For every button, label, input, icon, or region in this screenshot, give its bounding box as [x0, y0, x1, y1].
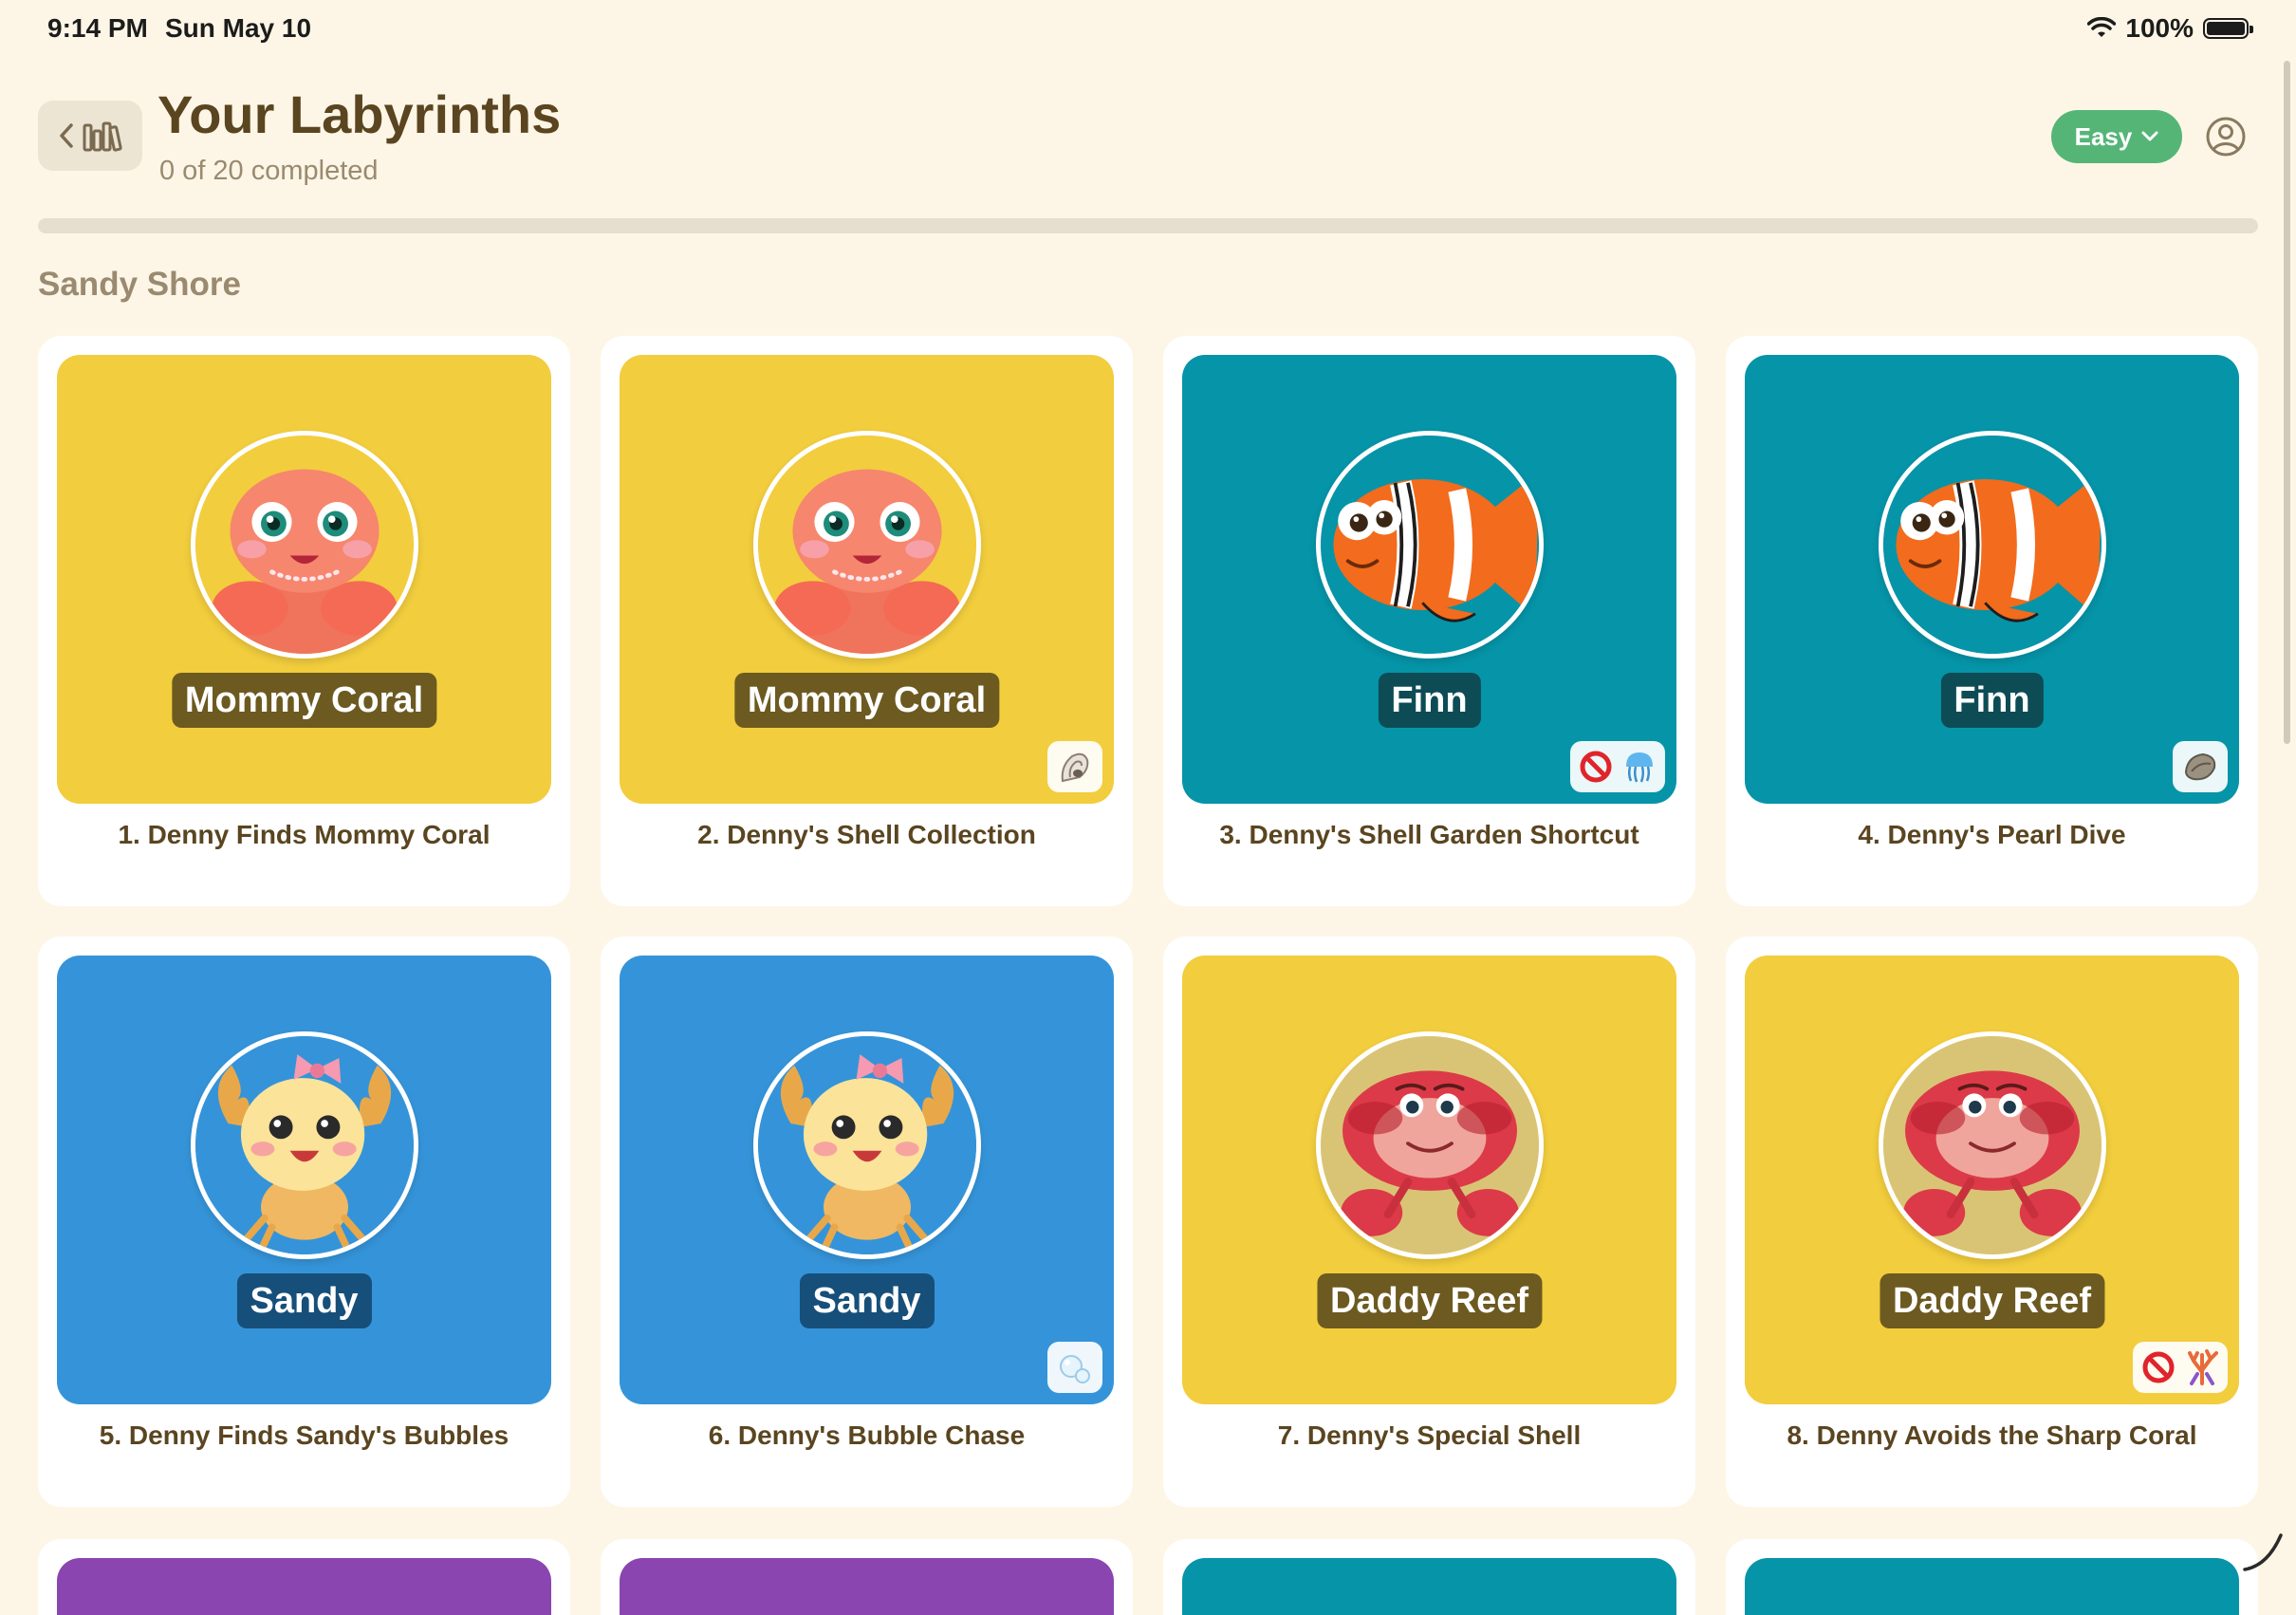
labyrinth-card[interactable] — [1726, 1539, 2258, 1615]
character-name-badge: Daddy Reef — [1316, 1273, 1543, 1328]
card-title: 7. Denny's Special Shell — [1277, 1420, 1582, 1450]
character-name-badge: Mommy Coral — [171, 673, 437, 728]
library-icon — [83, 121, 122, 152]
pink-crab-avatar — [191, 431, 418, 659]
yellow-crab-avatar — [753, 1031, 981, 1259]
character-name-badge: Mommy Coral — [733, 673, 1000, 728]
card-artwork: Sandy — [57, 956, 551, 1404]
labyrinth-card[interactable]: Finn 4. Denny's Pearl Dive — [1726, 336, 2258, 906]
pink-crab-avatar — [753, 431, 981, 659]
character-name-badge: Daddy Reef — [1879, 1273, 2105, 1328]
red-crab-avatar — [1879, 1031, 2106, 1259]
status-time: 9:14 PM — [47, 13, 148, 43]
spiral-shell-icon — [1057, 749, 1093, 785]
scrollbar[interactable] — [2284, 61, 2290, 744]
labyrinth-card[interactable]: Daddy Reef 8. Denny Avoids the Sharp Cor… — [1726, 937, 2258, 1507]
character-name-badge: Sandy — [236, 1273, 372, 1328]
character-name-badge: Finn — [1378, 673, 1481, 728]
battery-percent: 100% — [2125, 13, 2194, 43]
item-tag — [1047, 1342, 1102, 1393]
character-name-badge: Sandy — [799, 1273, 935, 1328]
wifi-icon — [2087, 17, 2117, 37]
card-artwork: Finn — [1745, 355, 2239, 804]
labyrinth-card[interactable]: Sandy 5. Denny Finds Sandy's Bubbles — [38, 937, 570, 1507]
item-tag — [1047, 741, 1102, 792]
coral-icon — [2184, 1349, 2220, 1385]
card-artwork: Daddy Reef — [1745, 956, 2239, 1404]
profile-icon[interactable] — [2205, 116, 2247, 158]
status-date: Sun May 10 — [165, 13, 312, 43]
card-artwork: Daddy Reef — [1182, 956, 1676, 1404]
clownfish-avatar — [1316, 431, 1544, 659]
bubbles-icon — [1057, 1349, 1093, 1385]
page-title: Your Labyrinths — [157, 84, 562, 144]
jellyfish-icon — [1621, 749, 1657, 785]
labyrinth-card[interactable] — [38, 1539, 570, 1615]
card-artwork: Finn — [1182, 355, 1676, 804]
labyrinth-card[interactable]: Finn 3. Denny's Shell Garden Shortcut — [1163, 336, 1695, 906]
yellow-crab-avatar — [191, 1031, 418, 1259]
card-artwork — [1182, 1558, 1676, 1615]
card-title: 2. Denny's Shell Collection — [697, 820, 1036, 849]
clownfish-avatar — [1879, 431, 2106, 659]
card-title: 5. Denny Finds Sandy's Bubbles — [99, 1420, 509, 1450]
difficulty-dropdown[interactable]: Easy — [2051, 110, 2182, 163]
item-tag — [1570, 741, 1665, 792]
completion-count: 0 of 20 completed — [159, 156, 379, 186]
card-artwork — [57, 1558, 551, 1615]
labyrinth-card[interactable] — [601, 1539, 1133, 1615]
labyrinth-grid: Mommy Coral 1. Denny Finds Mommy Coral Mo… — [38, 336, 2258, 1507]
card-artwork: Sandy — [620, 956, 1114, 1404]
card-artwork — [1745, 1558, 2239, 1615]
status-bar: 9:14 PM Sun May 10 100% — [0, 0, 2296, 61]
labyrinth-card[interactable]: Mommy Coral 2. Denny's Shell Collection — [601, 336, 1133, 906]
card-title: 1. Denny Finds Mommy Coral — [118, 820, 491, 849]
card-artwork: Mommy Coral — [620, 355, 1114, 804]
labyrinth-card[interactable] — [1163, 1539, 1695, 1615]
card-artwork: Mommy Coral — [57, 355, 551, 804]
back-to-library-button[interactable] — [38, 101, 142, 171]
difficulty-label: Easy — [2074, 121, 2133, 151]
item-tag — [2173, 741, 2228, 792]
card-title: 3. Denny's Shell Garden Shortcut — [1219, 820, 1639, 849]
resize-handle-icon[interactable] — [2239, 1528, 2287, 1575]
character-name-badge: Finn — [1940, 673, 2044, 728]
red-crab-avatar — [1316, 1031, 1544, 1259]
battery-icon — [2203, 18, 2253, 39]
card-title: 4. Denny's Pearl Dive — [1858, 820, 2126, 849]
completion-progress-bar — [38, 218, 2258, 233]
card-title: 6. Denny's Bubble Chase — [708, 1420, 1026, 1450]
labyrinth-card[interactable]: Mommy Coral 1. Denny Finds Mommy Coral — [38, 336, 570, 906]
labyrinth-card[interactable]: Sandy 6. Denny's Bubble Chase — [601, 937, 1133, 1507]
status-indicators: 100% — [2087, 13, 2253, 44]
item-tag — [2133, 1342, 2228, 1393]
card-title: 8. Denny Avoids the Sharp Coral — [1787, 1420, 2197, 1450]
chevron-left-icon — [60, 123, 73, 148]
chevron-down-icon — [2141, 131, 2158, 141]
next-row-cards — [38, 1539, 2258, 1615]
section-title: Sandy Shore — [38, 266, 241, 303]
card-artwork — [620, 1558, 1114, 1615]
oyster-icon — [2182, 749, 2218, 785]
labyrinth-card[interactable]: Daddy Reef 7. Denny's Special Shell — [1163, 937, 1695, 1507]
no-entry-icon — [1578, 749, 1614, 785]
no-entry-icon — [2140, 1349, 2176, 1385]
